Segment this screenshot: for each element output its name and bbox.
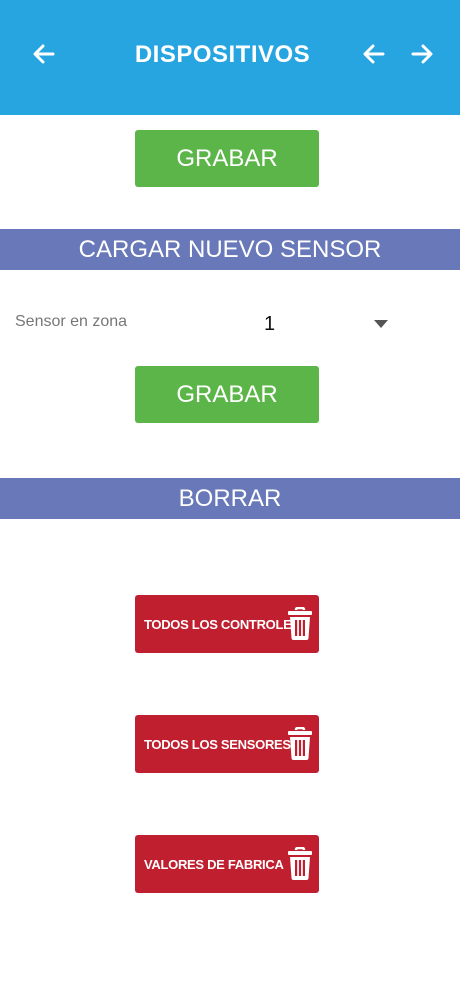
back-arrow-icon[interactable] [27,37,61,71]
save-sensor-button[interactable]: GRABAR [135,366,319,423]
factory-reset-label: VALORES DE FABRICA [144,856,284,872]
save-button-label: GRABAR [176,144,278,172]
save-sensor-button-label: GRABAR [176,380,278,408]
delete-section-header: BORRAR [0,478,460,519]
new-sensor-section-header: CARGAR NUEVO SENSOR [0,229,460,270]
delete-all-sensors-label: TODOS LOS SENSORES [144,736,291,752]
delete-all-controls-button[interactable]: TODOS LOS CONTROLES [135,595,319,653]
trash-icon [288,607,312,640]
caret-down-icon [374,320,388,328]
next-arrow-icon[interactable] [405,37,439,71]
new-sensor-section-title: CARGAR NUEVO SENSOR [78,235,382,263]
trash-icon [288,847,312,880]
factory-reset-button[interactable]: VALORES DE FABRICA [135,835,319,893]
sensor-zone-value: 1 [264,313,276,335]
delete-all-controls-label: TODOS LOS CONTROLES [144,616,300,632]
sensor-zone-label: Sensor en zona [15,313,128,330]
delete-all-sensors-button[interactable]: TODOS LOS SENSORES [135,715,319,773]
app-header: DISPOSITIVOS [0,0,460,115]
sensor-zone-select[interactable]: 1 [258,310,398,340]
prev-arrow-icon[interactable] [357,37,391,71]
delete-section-title: BORRAR [178,484,282,512]
save-button[interactable]: GRABAR [135,130,319,187]
trash-icon [288,727,312,760]
page-title: DISPOSITIVOS [134,41,311,68]
